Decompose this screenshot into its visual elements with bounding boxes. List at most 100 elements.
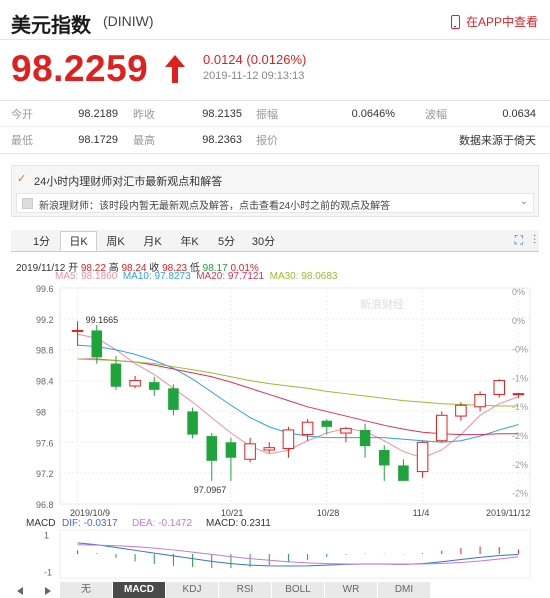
chart-tools: ⛶ ⫶ (515, 233, 536, 248)
y-tick-label: 97.2 (36, 469, 54, 479)
news-item[interactable]: 新浪理财师：该时段内暂无最新观点及解答，点击查看24小时之前的观点及解答 ⌄ (16, 193, 534, 213)
candle-body-up (301, 421, 314, 436)
stat-label: 最低 (11, 135, 33, 147)
tab-30min[interactable]: 30分 (245, 231, 282, 251)
candle-body-down (321, 420, 333, 427)
tab-monthly[interactable]: 月K (134, 231, 171, 251)
stats-row: 今开 98.2189 昨收 98.2135 振幅 0.0646% 波幅 0.06… (0, 101, 550, 127)
tab-5min[interactable]: 5分 (208, 231, 245, 251)
y-tick-label: 96.8 (36, 500, 54, 510)
instrument-name: 美元指数 (11, 15, 91, 37)
candle-body-up (416, 441, 429, 473)
macd-frame (59, 529, 531, 579)
tab-1min[interactable]: 1分 (23, 231, 60, 251)
candle-body-down (168, 388, 179, 410)
period-tabs: 1分 日K 周K 月K 年K 5分 30分 (23, 231, 282, 251)
news-item-text: 新浪理财师：该时段内暂无最新观点及解答，点击查看24小时之前的观点及解答 (39, 201, 391, 212)
tab-boll[interactable]: BOLL (272, 582, 324, 598)
indicator-tabs: 无 MACD KDJ RSI BOLL WR DMI (60, 582, 431, 598)
tab-rsi[interactable]: RSI (219, 582, 271, 598)
stat-label: 报价 (256, 135, 278, 147)
pct-tick-label: -2% (512, 460, 528, 470)
plot-frame (59, 287, 531, 505)
y-tick-label: 98.8 (36, 346, 54, 356)
x-tick-label: 2019/11/12 (486, 508, 530, 518)
candle-body-up (435, 414, 448, 442)
up-arrow-icon (165, 55, 185, 83)
candle-body-down (225, 442, 237, 458)
x-tick-label: 10/28 (317, 508, 340, 518)
pct-tick-label: -1% (512, 402, 528, 412)
checkmark-icon: ✓ (17, 173, 27, 185)
tab-dmi[interactable]: DMI (378, 582, 430, 598)
low-annotation: 97.0967 (194, 485, 227, 495)
watermark: 新浪财经 (360, 297, 404, 311)
tab-wr[interactable]: WR (325, 582, 377, 598)
indicator-scroll[interactable] (14, 584, 54, 596)
y-tick-label: 97.6 (36, 438, 54, 448)
candle-body-down (378, 450, 390, 466)
high-annotation: 99.1665 (86, 315, 119, 325)
tab-macd[interactable]: MACD (113, 582, 165, 598)
fullscreen-icon[interactable]: ⛶ (515, 233, 523, 248)
page-header: 美元指数 (DINIW) 在APP中查看 (0, 0, 550, 40)
macd-dea-line (77, 544, 519, 565)
stat-value: 98.1729 (78, 134, 118, 146)
candle-body-up (71, 329, 84, 332)
candle-body-up (474, 393, 486, 408)
x-tick-label: 11/4 (413, 508, 430, 518)
open-in-app-link[interactable]: 在APP中查看 (450, 13, 538, 30)
ma-line-ma5 (77, 333, 519, 459)
macd-dif-label: DIF: -0.0317 (62, 518, 118, 529)
ma-line-ma20 (77, 358, 519, 436)
tab-none[interactable]: 无 (60, 582, 112, 598)
stat-value: 98.2363 (202, 134, 242, 146)
y-tick-label: 99.2 (36, 315, 54, 325)
x-tick-label: 2019/10/9 (70, 508, 110, 518)
tab-yearly[interactable]: 年K (171, 231, 208, 251)
tab-weekly[interactable]: 周K (97, 231, 134, 251)
macd-name: MACD (26, 518, 55, 529)
stat-label: 最高 (133, 135, 155, 147)
y-tick-label: 99.6 (36, 284, 54, 294)
stats-table: 今开 98.2189 昨收 98.2135 振幅 0.0646% 波幅 0.06… (0, 100, 550, 154)
x-tick-label: 10/21 (221, 508, 244, 518)
news-title[interactable]: 24小时内理财师对汇市最新观点和解答 (34, 173, 222, 189)
current-price: 98.2259 (11, 48, 149, 89)
candle-body-down (359, 429, 371, 447)
instrument-code: (DINIW) (103, 13, 154, 29)
phone-icon (450, 14, 460, 29)
ma-line-ma10 (77, 344, 519, 443)
candle-body-down (110, 363, 122, 387)
candle-body-up (512, 393, 525, 396)
candle-body-down (206, 436, 218, 461)
tab-daily[interactable]: 日K (60, 231, 97, 251)
macd-dea-label: DEA: -0.1472 (132, 518, 192, 529)
candle-body-down (91, 330, 103, 358)
chevron-down-icon[interactable]: ⌄ (520, 196, 528, 207)
settings-icon[interactable]: ⫶ (533, 233, 536, 248)
pct-tick-label: -2% (512, 431, 528, 441)
macd-y-tick: -1 (44, 567, 52, 577)
open-in-app-label: 在APP中查看 (465, 15, 538, 29)
candle-body-down (398, 465, 409, 481)
candle-body-up (455, 404, 467, 417)
y-tick-label: 98.4 (36, 377, 54, 387)
tab-kdj[interactable]: KDJ (166, 582, 218, 598)
stat-label: 波幅 (425, 108, 447, 121)
candle-body-up (493, 380, 506, 395)
advisor-avatar (22, 198, 33, 209)
price-change: 0.0124 (0.0126%) (203, 52, 307, 67)
kline-chart[interactable]: 99.699.298.898.49897.697.296.80%0%-0%-1%… (0, 280, 550, 580)
candle-body-down (187, 411, 198, 435)
candle-body-up (263, 447, 276, 451)
macd-y-tick: 1 (44, 531, 49, 541)
scroll-arrows-icon (17, 587, 51, 595)
stat-value: 98.2135 (202, 107, 242, 120)
stat-value: 0.0634 (502, 107, 536, 120)
candle-body-up (340, 427, 352, 434)
ma-line-ma30 (77, 358, 519, 407)
stat-label: 振幅 (256, 108, 278, 121)
stat-value: 0.0646% (351, 107, 395, 120)
pct-tick-label: -2% (512, 489, 528, 499)
